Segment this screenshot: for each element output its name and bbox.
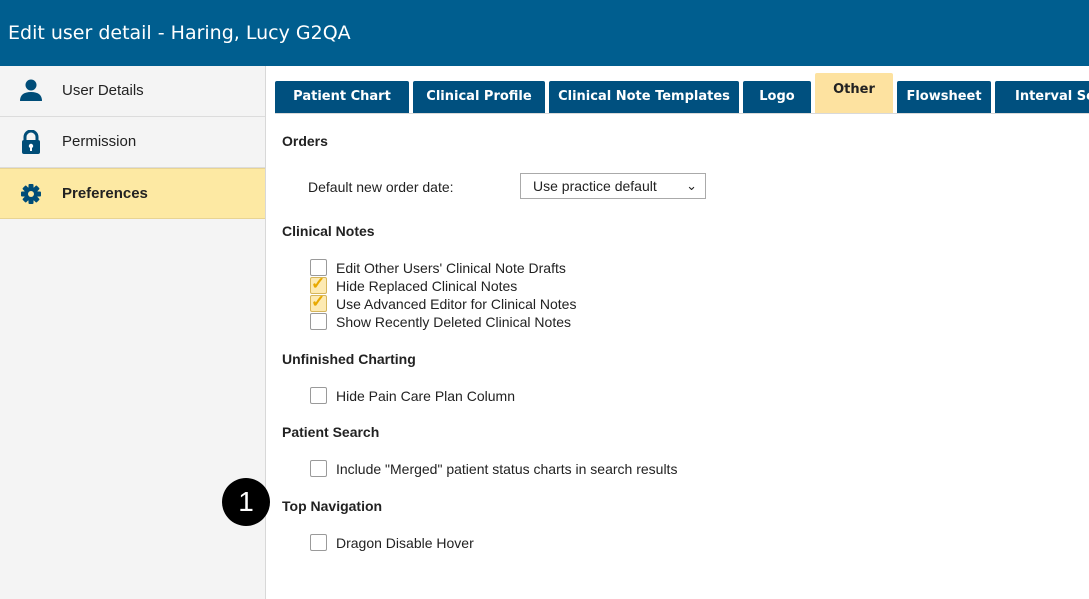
option-dragon-disable-hover[interactable]: Dragon Disable Hover <box>310 534 474 552</box>
section-title-orders: Orders <box>282 133 328 149</box>
chevron-down-icon: ⌄ <box>686 178 697 193</box>
window-title: Edit user detail - Haring, Lucy G2QA <box>0 0 1089 66</box>
check-icon: ✓ <box>311 274 326 293</box>
option-hide-pain-care-plan[interactable]: Hide Pain Care Plan Column <box>310 387 515 405</box>
checkbox-label: Hide Replaced Clinical Notes <box>336 278 518 294</box>
tab-clinical-note-templates[interactable]: Clinical Note Templates <box>549 81 739 113</box>
sidebar-item-label: User Details <box>62 82 144 99</box>
checkbox[interactable] <box>310 313 327 330</box>
sidebar-item-preferences[interactable]: Preferences <box>0 168 265 219</box>
sidebar-item-permission[interactable]: Permission <box>0 117 265 168</box>
tab-other[interactable]: Other <box>815 73 893 113</box>
tab-patient-chart[interactable]: Patient Chart <box>275 81 409 113</box>
tab-logo[interactable]: Logo <box>743 81 811 113</box>
option-edit-other-drafts[interactable]: Edit Other Users' Clinical Note Drafts <box>310 259 566 277</box>
section-title-unfinished-charting: Unfinished Charting <box>282 351 416 367</box>
tab-bar: Patient Chart Clinical Profile Clinical … <box>275 73 1089 114</box>
sidebar-item-label: Permission <box>62 133 137 150</box>
section-title-clinical-notes: Clinical Notes <box>282 223 375 239</box>
option-hide-replaced-notes[interactable]: ✓ Hide Replaced Clinical Notes <box>310 274 518 295</box>
select-value: Use practice default <box>533 178 657 194</box>
default-order-date-label: Default new order date: <box>308 179 454 195</box>
checkbox[interactable] <box>310 387 327 404</box>
checkbox[interactable] <box>310 534 327 551</box>
sidebar-item-label: Preferences <box>62 185 148 202</box>
option-advanced-editor[interactable]: ✓ Use Advanced Editor for Clinical Notes <box>310 292 577 313</box>
callout-badge: 1 <box>222 478 270 526</box>
checkbox-label: Use Advanced Editor for Clinical Notes <box>336 296 577 312</box>
sidebar: User Details Permission Preferences <box>0 66 266 599</box>
check-icon: ✓ <box>311 292 326 311</box>
gear-icon <box>21 184 41 204</box>
checkbox-label: Include "Merged" patient status charts i… <box>336 461 678 477</box>
option-show-deleted-notes[interactable]: Show Recently Deleted Clinical Notes <box>310 313 571 331</box>
checkbox-label: Show Recently Deleted Clinical Notes <box>336 314 571 330</box>
checkbox[interactable]: ✓ <box>310 292 327 312</box>
checkbox-label: Dragon Disable Hover <box>336 535 474 551</box>
option-include-merged-charts[interactable]: Include "Merged" patient status charts i… <box>310 460 677 478</box>
preferences-panel: Orders Default new order date: Use pract… <box>282 113 1089 599</box>
checkbox-label: Hide Pain Care Plan Column <box>336 388 515 404</box>
section-title-top-navigation: Top Navigation <box>282 498 383 514</box>
tab-flowsheet[interactable]: Flowsheet <box>897 81 991 113</box>
tab-clinical-profile[interactable]: Clinical Profile <box>413 81 545 113</box>
lock-icon <box>22 130 40 154</box>
checkbox[interactable] <box>310 460 327 477</box>
default-order-date-select[interactable]: Use practice default ⌄ <box>520 173 706 199</box>
sidebar-item-user-details[interactable]: User Details <box>0 66 265 117</box>
checkbox-label: Edit Other Users' Clinical Note Drafts <box>336 260 566 276</box>
section-title-patient-search: Patient Search <box>282 424 380 440</box>
tab-interval-se[interactable]: Interval Se <box>995 81 1089 113</box>
user-icon <box>20 79 42 101</box>
